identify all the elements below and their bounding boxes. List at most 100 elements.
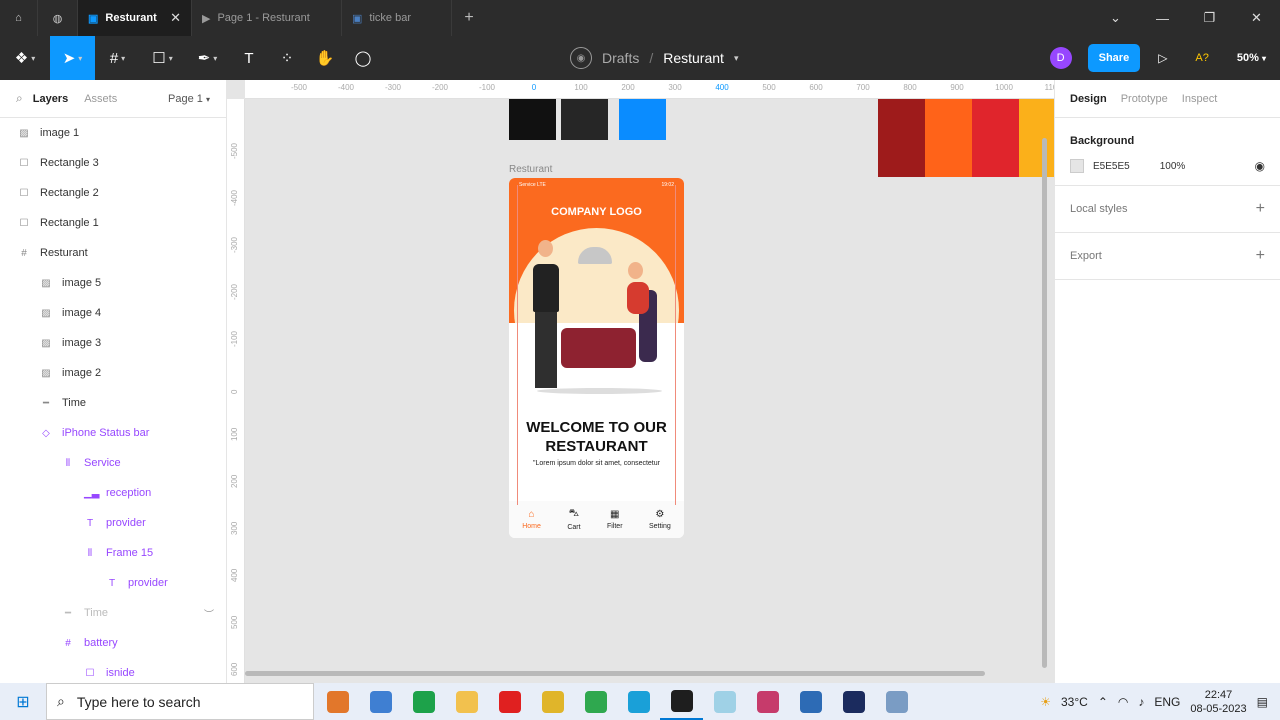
resources-tool-button[interactable]: ⁘ [268,36,306,80]
nav-item-cart[interactable]: ⛍ Cart [567,508,580,531]
layer-row[interactable]: # Resturant [0,238,226,268]
phone-frame[interactable]: Service LTE 19:02 COMPANY LOGO WELCOME T… [509,178,684,538]
tab-design[interactable]: Design [1070,93,1107,105]
layer-row[interactable]: Tprovider [0,568,226,598]
taskbar-search[interactable]: ⌕ Type here to search [46,683,314,720]
taskbar-app-icon[interactable] [359,683,402,720]
search-icon[interactable]: ⌕ [16,91,23,106]
clock[interactable]: 22:47 08-05-2023 [1190,688,1246,716]
background-hex[interactable]: E5E5E5 [1093,161,1130,172]
new-tab-icon[interactable]: + [452,0,486,36]
swatch-2[interactable] [561,99,608,140]
windows-start-icon[interactable]: ⊞ [0,692,46,712]
layer-row[interactable]: ☐ Rectangle 3 [0,148,226,178]
layer-row[interactable]: ⦀ Service [0,448,226,478]
home-icon[interactable]: ⌂ [0,0,38,36]
taskbar-app-icon[interactable] [789,683,832,720]
taskbar-app-icon[interactable] [703,683,746,720]
layer-row[interactable]: ⦀ Frame 15 [0,538,226,568]
file-name[interactable]: Resturant [663,50,724,66]
main-menu-button[interactable]: ❖ ▾ [0,36,50,80]
zoom-dropdown[interactable]: 50% ▾ [1237,52,1266,64]
layer-row[interactable]: ☐ Rectangle 2 [0,178,226,208]
palette-rect-4[interactable] [1019,99,1054,177]
taskbar-app-icon[interactable] [832,683,875,720]
nav-item-filter[interactable]: ▦ Filter [607,509,623,530]
share-button[interactable]: Share [1087,44,1141,72]
weather-temp[interactable]: 33°C [1061,695,1088,709]
text-tool-button[interactable]: T [230,36,268,80]
chevron-down-icon[interactable]: ▾ [734,53,739,64]
palette-rect-1[interactable] [878,99,925,177]
layer-row[interactable]: ◇ iPhone Status bar [0,418,226,448]
volume-icon[interactable]: ♪ [1138,695,1144,709]
wifi-icon[interactable]: ◠ [1118,695,1128,709]
eye-icon[interactable]: ◉ [1255,159,1265,173]
fonts-missing-button[interactable]: A? [1195,52,1208,64]
chevron-down-icon[interactable]: ⌄ [1092,0,1139,36]
minimize-icon[interactable]: — [1139,0,1186,36]
tab-assets[interactable]: Assets [84,93,117,105]
user-avatar[interactable]: D [1049,47,1072,69]
layer-row[interactable]: ☐ Rectangle 1 [0,208,226,238]
taskbar-app-icon[interactable] [746,683,789,720]
layer-row[interactable]: ▨ image 3 [0,328,226,358]
swatch-1[interactable] [509,99,556,140]
tab-resturant[interactable]: ▣ Resturant ✕ [78,0,192,36]
swatch-3[interactable] [619,99,666,140]
present-play-icon[interactable]: ▷ [1158,51,1167,65]
layer-row[interactable]: ▨ image 4 [0,298,226,328]
layer-row[interactable]: ☐ isnide [0,658,226,683]
palette-rect-2[interactable] [925,99,972,177]
globe-icon[interactable]: ◍ [38,0,78,36]
layer-row[interactable]: ▁▃ reception [0,478,226,508]
tab-page-1[interactable]: ▶ Page 1 - Resturant [192,0,342,36]
hidden-eye-icon[interactable]: ︶ [204,606,214,621]
canvas[interactable]: -500 -400 -300 -200 -100 0 100 200 300 400 500 600 7… [227,80,1054,683]
taskbar-app-icon[interactable] [402,683,445,720]
layer-row[interactable]: ▨ image 1 [0,118,226,148]
breadcrumb-drafts[interactable]: Drafts [602,50,639,66]
hand-tool-button[interactable]: ✋ [306,36,344,80]
taskbar-app-icon[interactable] [316,683,359,720]
layer-row[interactable]: ━ Time [0,388,226,418]
notification-icon[interactable]: ▤ [1257,695,1268,709]
comment-tool-button[interactable]: ◯ [344,36,382,80]
frame-label[interactable]: Resturant [509,164,552,175]
tab-inspect[interactable]: Inspect [1182,93,1217,105]
frame-tool-button[interactable]: # ▾ [95,36,140,80]
close-window-icon[interactable]: ✕ [1233,0,1280,36]
pen-tool-button[interactable]: ✒ ▾ [185,36,230,80]
taskbar-app-icon[interactable] [875,683,918,720]
vertical-scrollbar[interactable] [1042,138,1047,668]
taskbar-app-icon[interactable] [488,683,531,720]
plus-icon[interactable]: + [1256,247,1265,265]
nav-item-setting[interactable]: ⚙ Setting [649,509,671,530]
nav-item-home[interactable]: ⌂ Home [522,509,541,530]
layer-row[interactable]: ━ Time ︶ [0,598,226,628]
tab-layers[interactable]: Layers [33,93,68,105]
tab-ticke-bar[interactable]: ▣ ticke bar [342,0,452,36]
background-color-chip[interactable] [1070,159,1084,173]
palette-rect-3[interactable] [972,99,1019,177]
layer-row[interactable]: ▨ image 5 [0,268,226,298]
taskbar-app-icon[interactable] [617,683,660,720]
plus-icon[interactable]: + [1256,200,1265,218]
maximize-icon[interactable]: ❐ [1186,0,1233,36]
weather-icon[interactable]: ☀ [1040,695,1051,709]
page-selector[interactable]: Page 1 ▾ [168,93,210,105]
layer-row[interactable]: Tprovider [0,508,226,538]
horizontal-scrollbar[interactable] [245,671,985,676]
layer-row[interactable]: # battery [0,628,226,658]
close-icon[interactable]: ✕ [170,10,181,26]
taskbar-app-icon[interactable] [531,683,574,720]
taskbar-app-icon[interactable] [660,683,703,720]
taskbar-app-icon[interactable] [574,683,617,720]
language-indicator[interactable]: ENG [1154,695,1180,709]
chevron-up-icon[interactable]: ⌃ [1098,695,1108,709]
move-tool-button[interactable]: ➤ ▾ [50,36,95,80]
shape-tool-button[interactable]: ☐ ▾ [140,36,185,80]
tab-prototype[interactable]: Prototype [1121,93,1168,105]
background-opacity[interactable]: 100% [1160,161,1186,172]
layer-row[interactable]: ▨ image 2 [0,358,226,388]
